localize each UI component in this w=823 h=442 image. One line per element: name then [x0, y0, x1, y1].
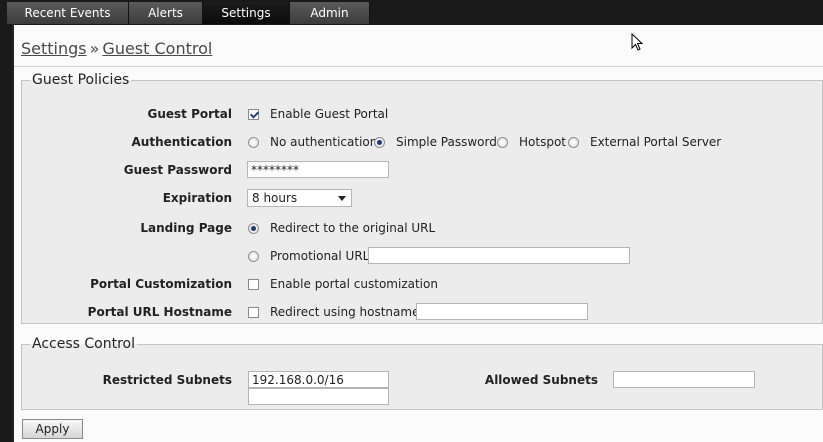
enable-guest-portal-checkbox[interactable]	[248, 109, 259, 120]
enable-portal-customization-text: Enable portal customization	[270, 277, 438, 291]
chevron-down-icon	[338, 196, 346, 201]
guest-policies-section: Guest Policies Guest Portal Enable Guest…	[21, 72, 823, 324]
portal-url-hostname-input[interactable]	[416, 303, 588, 320]
guest-password-label: Guest Password	[123, 163, 232, 177]
promotional-url-text: Promotional URL	[270, 249, 370, 263]
external-portal-server-text: External Portal Server	[590, 135, 722, 149]
breadcrumb-separator: »	[89, 39, 100, 58]
authentication-label: Authentication	[131, 135, 233, 149]
tab-recent-events[interactable]: Recent Events	[7, 2, 129, 24]
restricted-subnet-input-2[interactable]	[248, 388, 389, 405]
breadcrumb-current-link[interactable]: Guest Control	[102, 39, 212, 58]
access-control-legend: Access Control	[32, 336, 135, 352]
access-control-section: Access Control Restricted Subnets Allowe…	[21, 336, 823, 410]
redirect-original-url-radio[interactable]	[248, 223, 259, 234]
enable-portal-customization-checkbox[interactable]	[248, 279, 259, 290]
portal-url-hostname-label: Portal URL Hostname	[87, 305, 232, 319]
allowed-subnets-input[interactable]	[613, 371, 755, 388]
breadcrumb-settings-link[interactable]: Settings	[21, 39, 87, 58]
redirect-using-hostname-text: Redirect using hostname	[270, 305, 420, 319]
top-tab-bar: Recent Events Alerts Settings Admin	[0, 0, 823, 24]
landing-page-label: Landing Page	[140, 221, 232, 235]
redirect-original-url-text: Redirect to the original URL	[270, 221, 436, 235]
breadcrumb: Settings» Guest Control	[21, 39, 212, 58]
promotional-url-radio[interactable]	[248, 251, 259, 262]
guest-password-input[interactable]	[247, 161, 389, 178]
guest-policies-legend: Guest Policies	[32, 72, 130, 88]
restricted-subnets-label: Restricted Subnets	[102, 373, 232, 387]
external-portal-server-radio[interactable]	[568, 137, 579, 148]
expiration-select[interactable]: 8 hours	[247, 189, 352, 207]
portal-customization-label: Portal Customization	[90, 277, 232, 291]
guest-portal-label: Guest Portal	[147, 107, 233, 121]
hotspot-text: Hotspot	[519, 135, 566, 149]
restricted-subnet-input-1[interactable]	[248, 371, 389, 388]
simple-password-radio[interactable]	[374, 137, 385, 148]
tab-settings[interactable]: Settings	[203, 2, 290, 24]
header-divider	[14, 66, 823, 67]
hotspot-radio[interactable]	[497, 137, 508, 148]
tab-alerts[interactable]: Alerts	[129, 2, 203, 24]
tab-admin[interactable]: Admin	[290, 2, 370, 24]
promotional-url-input[interactable]	[368, 247, 630, 264]
mouse-cursor-icon	[631, 33, 644, 51]
simple-password-text: Simple Password	[396, 135, 497, 149]
no-authentication-radio[interactable]	[248, 137, 259, 148]
no-authentication-text: No authentication	[270, 135, 378, 149]
expiration-label: Expiration	[162, 191, 232, 205]
apply-button[interactable]: Apply	[22, 419, 83, 439]
settings-page: Settings» Guest Control Guest Policies Gu…	[12, 25, 823, 442]
redirect-using-hostname-checkbox[interactable]	[248, 307, 259, 318]
enable-guest-portal-text: Enable Guest Portal	[270, 107, 389, 121]
expiration-value: 8 hours	[252, 191, 298, 205]
allowed-subnets-label: Allowed Subnets	[484, 373, 598, 387]
